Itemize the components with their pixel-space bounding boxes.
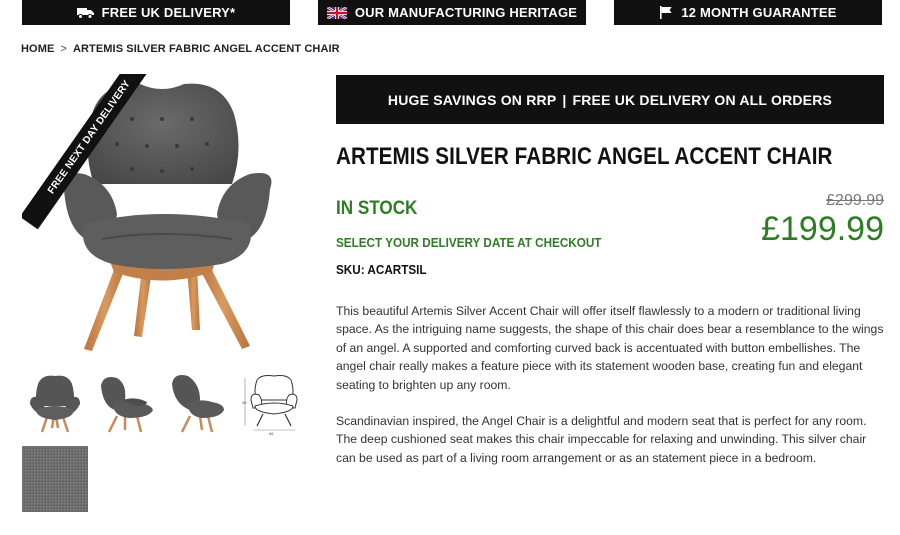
thumbnail-fabric-swatch[interactable] xyxy=(22,446,88,512)
manufacturing-heritage-label: OUR MANUFACTURING HERITAGE xyxy=(354,5,578,20)
description-paragraph: This beautiful Artemis Silver Accent Cha… xyxy=(336,304,884,392)
truck-icon xyxy=(76,7,94,19)
promo-savings: HUGE SAVINGS ON RRP xyxy=(387,91,557,108)
product-title: ARTEMIS SILVER FABRIC ANGEL ACCENT CHAIR xyxy=(336,143,833,170)
svg-text:86: 86 xyxy=(269,431,274,436)
breadcrumb-separator: > xyxy=(60,43,67,55)
thumbnail-dimensions-drawing[interactable]: 98 86 xyxy=(241,370,307,436)
promo-free-delivery: FREE UK DELIVERY ON ALL ORDERS xyxy=(572,91,833,108)
uk-flag-icon xyxy=(326,6,347,19)
free-delivery-label: FREE UK DELIVERY* xyxy=(101,5,236,20)
product-description: This beautiful Artemis Silver Accent Cha… xyxy=(336,302,884,485)
thumbnail-side-view[interactable] xyxy=(95,370,161,436)
free-delivery-bar[interactable]: FREE UK DELIVERY* xyxy=(22,0,290,25)
thumbnail-gallery: 98 86 xyxy=(22,370,312,520)
svg-text:98: 98 xyxy=(242,400,247,405)
product-sku: SKU: ACARTSIL xyxy=(336,262,427,277)
thumbnail-back-view[interactable] xyxy=(168,370,234,436)
manufacturing-heritage-bar[interactable]: OUR MANUFACTURING HERITAGE xyxy=(318,0,586,25)
description-paragraph: Scandinavian inspired, the Angel Chair i… xyxy=(336,414,867,465)
stock-status: IN STOCK xyxy=(336,198,418,219)
breadcrumb-home[interactable]: HOME xyxy=(21,43,54,55)
promo-banner: HUGE SAVINGS ON RRP | FREE UK DELIVERY O… xyxy=(336,75,884,124)
promo-divider: | xyxy=(562,91,567,108)
flag-icon xyxy=(659,6,673,19)
thumbnail-front-view[interactable] xyxy=(22,370,88,436)
old-price: £299.99 xyxy=(826,192,884,209)
main-product-image[interactable]: FREE NEXT DAY DELIVERY xyxy=(22,74,292,364)
current-price: £199.99 xyxy=(761,210,884,248)
guarantee-label: 12 MONTH GUARANTEE xyxy=(681,5,837,20)
breadcrumb-current: ARTEMIS SILVER FABRIC ANGEL ACCENT CHAIR xyxy=(72,43,340,55)
breadcrumb: HOME > ARTEMIS SILVER FABRIC ANGEL ACCEN… xyxy=(21,43,340,55)
delivery-date-note: SELECT YOUR DELIVERY DATE AT CHECKOUT xyxy=(336,235,602,250)
guarantee-bar[interactable]: 12 MONTH GUARANTEE xyxy=(614,0,882,25)
